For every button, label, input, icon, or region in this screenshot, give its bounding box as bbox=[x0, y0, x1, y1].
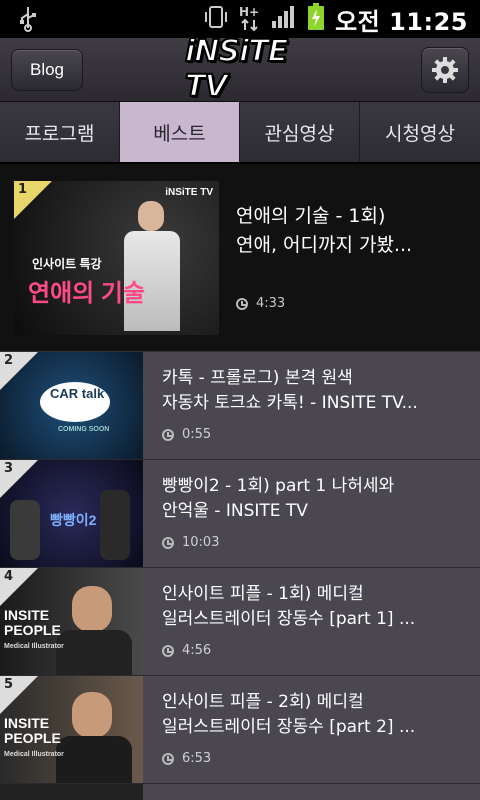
video-title: 인사이트 피플 - 1회) 메디컬 일러스트레이터 장동수 [part 1] .… bbox=[162, 584, 416, 629]
video-title: 빵빵이2 - 1회) part 1 나허세와 안억울 - INSITE TV bbox=[162, 476, 395, 521]
thumb-caption: INSITE PEOPLE bbox=[4, 715, 61, 746]
tab-best[interactable]: 베스트 bbox=[120, 102, 240, 162]
thumb-caption: INSITE PEOPLE bbox=[4, 607, 61, 638]
video-duration: 6:53 bbox=[162, 751, 211, 766]
list-item[interactable]: CAR talk COMING SOON 2 카톡 - 프롤로그) 본격 원색 … bbox=[0, 352, 480, 460]
video-duration: 4:56 bbox=[162, 643, 211, 658]
tab-watched[interactable]: 시청영상 bbox=[360, 102, 480, 162]
video-duration: 0:55 bbox=[162, 427, 211, 442]
blog-button[interactable]: Blog bbox=[11, 49, 83, 91]
status-bar: H+ 오전 11:25 bbox=[0, 0, 480, 38]
gear-icon bbox=[432, 57, 458, 83]
usb-icon bbox=[16, 6, 40, 32]
rank-badge: 5 bbox=[0, 676, 38, 714]
list-item[interactable] bbox=[0, 784, 480, 800]
battery-charging-icon bbox=[307, 3, 325, 35]
app-logo: iNSiTE TV bbox=[184, 33, 317, 105]
rank-badge: 1 bbox=[14, 181, 52, 219]
video-title: 연애의 기술 - 1회) 연애, 어디까지 가봤... bbox=[236, 205, 413, 256]
tab-programs[interactable]: 프로그램 bbox=[0, 102, 120, 162]
tab-bar: 프로그램 베스트 관심영상 시청영상 bbox=[0, 102, 480, 162]
clock-icon bbox=[162, 428, 174, 441]
rank-badge: 3 bbox=[0, 460, 38, 498]
video-title: 카톡 - 프롤로그) 본격 원색 자동차 토크쇼 카톡! - INSITE TV… bbox=[162, 368, 418, 413]
clock-icon bbox=[162, 644, 174, 657]
clock-icon bbox=[162, 536, 174, 549]
video-duration: 10:03 bbox=[162, 535, 219, 550]
network-label: H+ bbox=[239, 5, 259, 19]
tab-favorites[interactable]: 관심영상 bbox=[240, 102, 360, 162]
app-header: Blog iNSiTE TV bbox=[0, 33, 480, 105]
thumb-caption-sub: COMING SOON bbox=[58, 426, 110, 433]
vibrate-icon bbox=[203, 4, 229, 34]
settings-button[interactable] bbox=[421, 47, 469, 93]
clock-icon bbox=[162, 752, 174, 765]
signal-icon bbox=[271, 5, 297, 33]
list-item-featured[interactable]: iNSiTE TV 인사이트 특강 연애의 기술 1 연애의 기술 - 1회) … bbox=[0, 164, 480, 352]
thumb-caption: 빵빵이2 bbox=[50, 512, 97, 528]
hsdpa-icon: H+ bbox=[239, 3, 261, 35]
thumb-caption: CAR talk bbox=[50, 386, 105, 401]
thumb-caption: 인사이트 특강 bbox=[32, 257, 102, 271]
list-item[interactable]: INSITE PEOPLE Medical Illustrator 5 인사이트… bbox=[0, 676, 480, 784]
thumb-caption-sub: Medical Illustrator bbox=[4, 751, 64, 758]
video-list: iNSiTE TV 인사이트 특강 연애의 기술 1 연애의 기술 - 1회) … bbox=[0, 164, 480, 800]
thumb-logo: iNSiTE TV bbox=[165, 187, 213, 198]
clock-icon bbox=[236, 297, 248, 310]
list-item[interactable]: 빵빵이2 3 빵빵이2 - 1회) part 1 나허세와 안억울 - INSI… bbox=[0, 460, 480, 568]
rank-badge: 4 bbox=[0, 568, 38, 606]
rank-badge: 2 bbox=[0, 352, 38, 390]
list-item[interactable]: INSITE PEOPLE Medical Illustrator 4 인사이트… bbox=[0, 568, 480, 676]
logo-text: iNSiTE TV bbox=[184, 33, 289, 105]
thumb-caption-sub: Medical Illustrator bbox=[4, 643, 64, 650]
clock-time: 오전 11:25 bbox=[335, 7, 468, 36]
video-thumbnail bbox=[0, 784, 143, 800]
video-title: 인사이트 피플 - 2회) 메디컬 일러스트레이터 장동수 [part 2] .… bbox=[162, 692, 416, 737]
video-duration: 4:33 bbox=[236, 296, 285, 311]
thumb-caption-title: 연애의 기술 bbox=[28, 280, 146, 307]
